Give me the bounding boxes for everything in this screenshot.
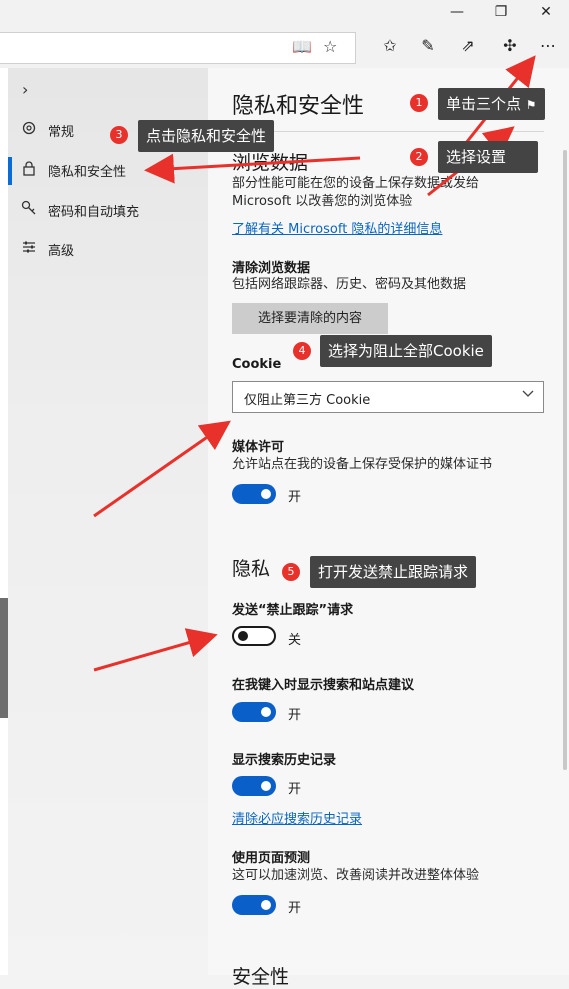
sliders-icon: [20, 239, 38, 257]
annotation-callout-5: 打开发送禁止跟踪请求: [310, 556, 477, 588]
browsing-data-desc-1: 部分性能可能在您的设备上保存数据或发给: [232, 176, 480, 191]
do-not-track-toggle-state: 关: [288, 633, 302, 648]
scrollbar[interactable]: [563, 150, 567, 770]
media-license-toggle[interactable]: [232, 484, 276, 504]
annotation-callout-3: 点击隐私和安全性: [138, 120, 275, 152]
restore-button[interactable]: ❐: [481, 2, 521, 22]
page-prediction-desc: 这可以加速浏览、改善阅读并改进整体体验: [232, 868, 480, 883]
annotation-number-1: 1: [410, 94, 428, 112]
favorites-icon[interactable]: ✩: [376, 34, 404, 58]
search-suggestions-toggle-state: 开: [288, 708, 302, 723]
share-icon[interactable]: ⇗: [454, 34, 482, 58]
chevron-down-icon: [521, 386, 535, 404]
settings-nav-pane: › 常规 隐私和安全性 密码和自动填充 高级: [8, 68, 208, 975]
browsing-data-heading: 浏览数据: [232, 152, 309, 174]
minimize-button[interactable]: —: [437, 2, 477, 22]
cookie-select[interactable]: 仅阻止第三方 Cookie: [232, 381, 544, 413]
page-title: 隐私和安全性: [232, 94, 365, 119]
cookie-selected-value: 仅阻止第三方 Cookie: [244, 393, 371, 408]
do-not-track-toggle[interactable]: [232, 626, 276, 646]
page-prediction-toggle-state: 开: [288, 901, 302, 916]
security-heading: 安全性: [232, 966, 290, 988]
browsing-data-desc-2: Microsoft 以改善您的浏览体验: [232, 194, 413, 209]
annotation-number-4: 4: [293, 342, 311, 360]
window-title-bar: — ❐ ✕: [0, 0, 569, 24]
extensions-icon[interactable]: ✣: [496, 34, 524, 58]
annotation-callout-2: 选择设置: [438, 141, 538, 173]
privacy-heading: 隐私: [232, 558, 271, 580]
media-license-toggle-state: 开: [288, 490, 302, 505]
sidebar-item-label: 高级: [48, 244, 75, 259]
close-button[interactable]: ✕: [526, 2, 566, 22]
page-image-fragment: [0, 598, 8, 718]
clear-data-desc: 包括网络跟踪器、历史、密码及其他数据: [232, 277, 467, 292]
page-prediction-toggle[interactable]: [232, 895, 276, 915]
search-history-label: 显示搜索历史记录: [232, 753, 337, 768]
reading-view-icon[interactable]: 📖: [292, 37, 312, 56]
sidebar-item-label: 常规: [48, 125, 75, 140]
annotation-number-2: 2: [410, 148, 428, 166]
sidebar-item-label: 密码和自动填充: [48, 205, 140, 220]
flag-icon: ⚑: [525, 98, 537, 112]
sidebar-item-label: 隐私和安全性: [48, 165, 127, 180]
media-license-label: 媒体许可: [232, 440, 285, 455]
search-history-toggle[interactable]: [232, 776, 276, 796]
favorite-star-icon[interactable]: ☆: [323, 37, 337, 56]
clear-bing-history-link[interactable]: 清除必应搜索历史记录: [232, 808, 362, 827]
toggle-knob: [238, 631, 248, 641]
choose-what-to-clear-button[interactable]: 选择要清除的内容: [232, 303, 388, 334]
lock-icon: [20, 160, 38, 178]
sidebar-item-advanced[interactable]: 高级: [8, 231, 208, 267]
toggle-knob: [261, 781, 271, 791]
selected-indicator: [8, 157, 12, 185]
page-background-strip: [0, 68, 8, 975]
search-suggestions-label: 在我键入时显示搜索和站点建议: [232, 678, 415, 693]
annotation-number-5: 5: [282, 563, 300, 581]
annotation-text: 单击三个点: [446, 95, 522, 113]
sidebar-item-privacy[interactable]: 隐私和安全性: [8, 152, 208, 188]
toggle-knob: [261, 900, 271, 910]
search-history-toggle-state: 开: [288, 782, 302, 797]
annotation-callout-1: 单击三个点 ⚑: [438, 88, 545, 120]
toggle-knob: [261, 489, 271, 499]
more-options-icon[interactable]: ⋯: [534, 34, 562, 58]
page-prediction-label: 使用页面预测: [232, 851, 311, 866]
media-license-desc: 允许站点在我的设备上保存受保护的媒体证书: [232, 457, 493, 472]
toggle-knob: [261, 707, 271, 717]
clear-data-label: 清除浏览数据: [232, 261, 311, 276]
cookie-label: Cookie: [232, 357, 282, 372]
annotation-number-3: 3: [110, 126, 128, 144]
notes-pen-icon[interactable]: ✎: [414, 34, 442, 58]
search-suggestions-toggle[interactable]: [232, 702, 276, 722]
do-not-track-label: 发送“禁止跟踪”请求: [232, 603, 354, 618]
divider: [232, 131, 544, 132]
gear-icon: [20, 120, 38, 138]
address-bar[interactable]: 📖 ☆: [0, 32, 356, 64]
annotation-callout-4: 选择为阻止全部Cookie: [320, 335, 492, 367]
sidebar-item-passwords[interactable]: 密码和自动填充: [8, 192, 208, 228]
privacy-learn-more-link[interactable]: 了解有关 Microsoft 隐私的详细信息: [232, 218, 442, 237]
browser-toolbar: 📖 ☆ ✩ ✎ ⇗ ✣ ⋯: [0, 24, 569, 68]
key-icon: [20, 200, 38, 218]
expand-chevron-icon[interactable]: ›: [22, 80, 28, 99]
